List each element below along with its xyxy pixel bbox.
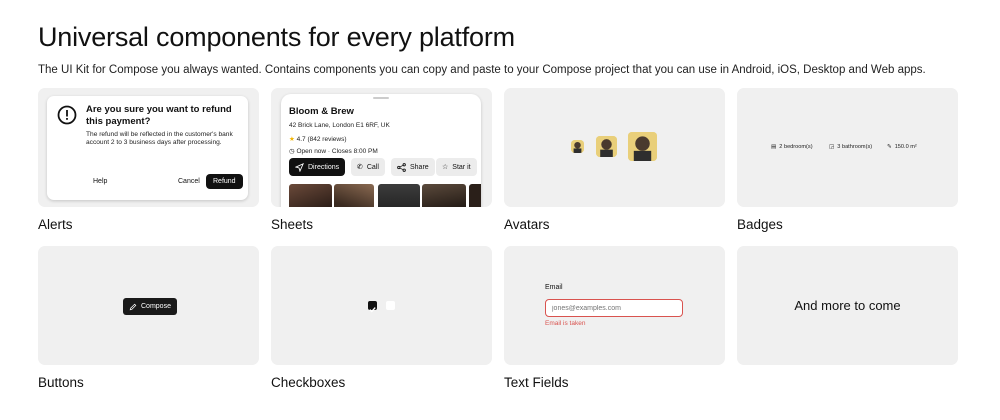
sheets-card[interactable]: Bloom & Brew 42 Brick Lane, London E1 6R…	[271, 88, 492, 207]
avatars-label: Avatars	[504, 217, 550, 232]
email-error: Email is taken	[545, 320, 586, 327]
place-photo	[378, 184, 420, 207]
checkboxes-label: Checkboxes	[271, 375, 346, 390]
checkbox-unchecked[interactable]	[386, 301, 395, 310]
hours-text: Open now · Closes 8:00 PM	[296, 148, 378, 155]
badges-label: Badges	[737, 217, 783, 232]
dialog-body: The refund will be reflected in the cust…	[86, 131, 233, 147]
buttons-label: Buttons	[38, 375, 84, 390]
avatar-small	[571, 140, 584, 153]
more-card: And more to come	[737, 246, 958, 365]
checkmark-icon	[369, 307, 376, 313]
rating-text: 4.7 (842 reviews)	[296, 136, 347, 143]
clock-icon: ◷	[289, 148, 295, 155]
pencil-icon	[129, 303, 137, 310]
exclamation-circle-icon	[57, 105, 77, 125]
place-hours: ◷ Open now · Closes 8:00 PM	[289, 147, 378, 155]
share-icon	[397, 162, 406, 172]
place-photo	[334, 184, 374, 207]
textfields-label: Text Fields	[504, 375, 569, 390]
bedroom-badge: ▤ 2 bedroom(s)	[771, 144, 813, 150]
bottom-sheet: Bloom & Brew 42 Brick Lane, London E1 6R…	[281, 94, 481, 207]
place-address: 42 Brick Lane, London E1 6RF, UK	[289, 122, 390, 129]
bathroom-text: 3 bathroom(s)	[837, 144, 873, 150]
star-outline-icon: ☆	[442, 164, 449, 171]
textfields-card[interactable]: Email Email is taken	[504, 246, 725, 365]
drag-handle[interactable]	[373, 97, 389, 99]
refund-button[interactable]: Refund	[206, 174, 243, 189]
compose-button[interactable]: Compose	[123, 298, 177, 315]
directions-button[interactable]: Directions	[289, 158, 346, 176]
navigation-arrow-icon	[295, 162, 304, 172]
share-button[interactable]: Share	[391, 158, 435, 176]
email-field[interactable]	[545, 299, 683, 317]
alerts-card[interactable]: Are you sure you want to refund this pay…	[38, 88, 259, 207]
bed-icon: ▤	[771, 144, 777, 150]
alert-dialog: Are you sure you want to refund this pay…	[47, 96, 248, 200]
star-button[interactable]: ☆ Star it	[436, 158, 477, 176]
call-button[interactable]: ✆ Call	[351, 158, 385, 176]
avatar-medium	[596, 136, 617, 157]
cancel-button[interactable]: Cancel	[170, 174, 208, 189]
place-rating: ★ 4.7 (842 reviews)	[289, 135, 347, 143]
bathroom-badge: ◲ 3 bathroom(s)	[829, 144, 872, 150]
share-label: Share	[410, 163, 429, 171]
phone-icon: ✆	[357, 164, 363, 171]
badges-card[interactable]: ▤ 2 bedroom(s) ◲ 3 bathroom(s) ✎ 150.0 m…	[737, 88, 958, 207]
bedroom-text: 2 bedroom(s)	[779, 144, 813, 150]
page-subtitle: The UI Kit for Compose you always wanted…	[38, 64, 926, 76]
place-photo	[289, 184, 332, 207]
page-title: Universal components for every platform	[38, 22, 515, 52]
place-photo	[469, 184, 481, 207]
buttons-card[interactable]: Compose	[38, 246, 259, 365]
more-text: And more to come	[794, 298, 901, 313]
dialog-title: Are you sure you want to refund this pay…	[86, 104, 232, 127]
avatar-large	[628, 132, 657, 161]
email-label: Email	[545, 284, 563, 291]
star-filled-icon: ★	[289, 136, 295, 143]
avatars-card[interactable]	[504, 88, 725, 207]
bath-icon: ◲	[829, 144, 835, 150]
star-label: Star it	[452, 163, 471, 171]
checkboxes-card[interactable]	[271, 246, 492, 365]
place-name: Bloom & Brew	[289, 106, 354, 117]
area-text: 150.0 m²	[894, 144, 917, 150]
sheets-label: Sheets	[271, 217, 314, 232]
help-button[interactable]: Help	[85, 174, 115, 189]
place-photo	[422, 184, 466, 207]
directions-label: Directions	[308, 163, 340, 171]
checkbox-checked[interactable]	[368, 301, 377, 313]
compose-label: Compose	[141, 303, 171, 310]
ruler-icon: ✎	[887, 144, 892, 150]
call-label: Call	[366, 163, 379, 171]
area-badge: ✎ 150.0 m²	[887, 144, 917, 150]
alerts-label: Alerts	[38, 217, 73, 232]
